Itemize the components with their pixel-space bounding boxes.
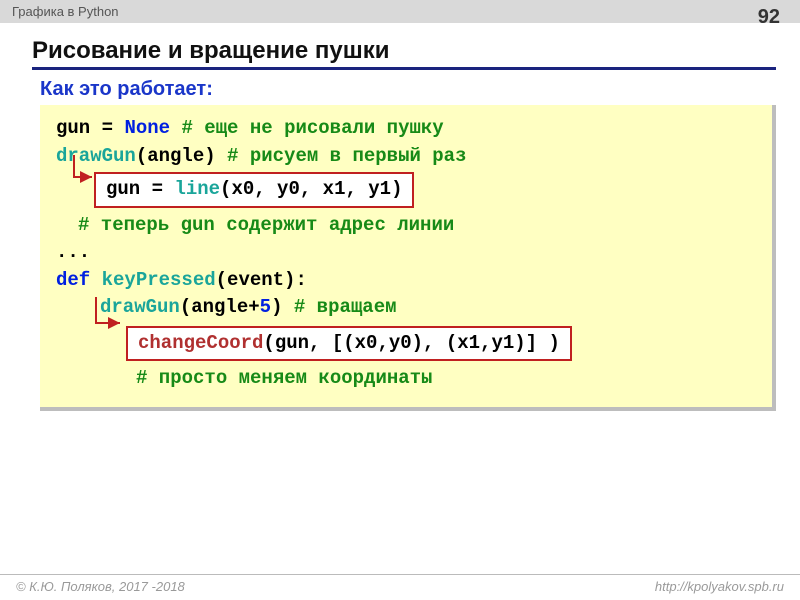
code-line-3: gun = line(x0, y0, x1, y1) xyxy=(56,172,756,208)
code-line-6: def keyPressed(event): xyxy=(56,267,756,295)
code-line-7: drawGun(angle+5) # вращаем xyxy=(56,294,756,322)
inner-box-line: gun = line(x0, y0, x1, y1) xyxy=(94,172,414,208)
footer-url: http://kpolyakov.spb.ru xyxy=(655,579,784,594)
slide-title: Рисование и вращение пушки xyxy=(32,37,776,70)
inner-box-changecoord: changeCoord(gun, [(x0,y0), (x1,y1)] ) xyxy=(126,326,572,362)
code-line-1: gun = None # еще не рисовали пушку xyxy=(56,115,756,143)
section-subtitle: Как это работает: xyxy=(40,78,800,101)
code-line-8: changeCoord(gun, [(x0,y0), (x1,y1)] ) xyxy=(56,326,756,362)
code-line-2: drawGun(angle) # рисуем в первый раз xyxy=(56,143,756,171)
header-text: Графика в Python xyxy=(12,4,119,19)
code-line-9: # просто меняем координаты xyxy=(56,365,756,393)
slide-number: 92 xyxy=(758,6,780,29)
footer: © К.Ю. Поляков, 2017 -2018 http://kpolya… xyxy=(0,574,800,598)
code-line-5: ... xyxy=(56,239,756,267)
code-line-4: # теперь gun содержит адрес линии xyxy=(56,212,756,240)
footer-copyright: © К.Ю. Поляков, 2017 -2018 xyxy=(16,579,185,594)
code-block: gun = None # еще не рисовали пушку drawG… xyxy=(40,105,776,411)
